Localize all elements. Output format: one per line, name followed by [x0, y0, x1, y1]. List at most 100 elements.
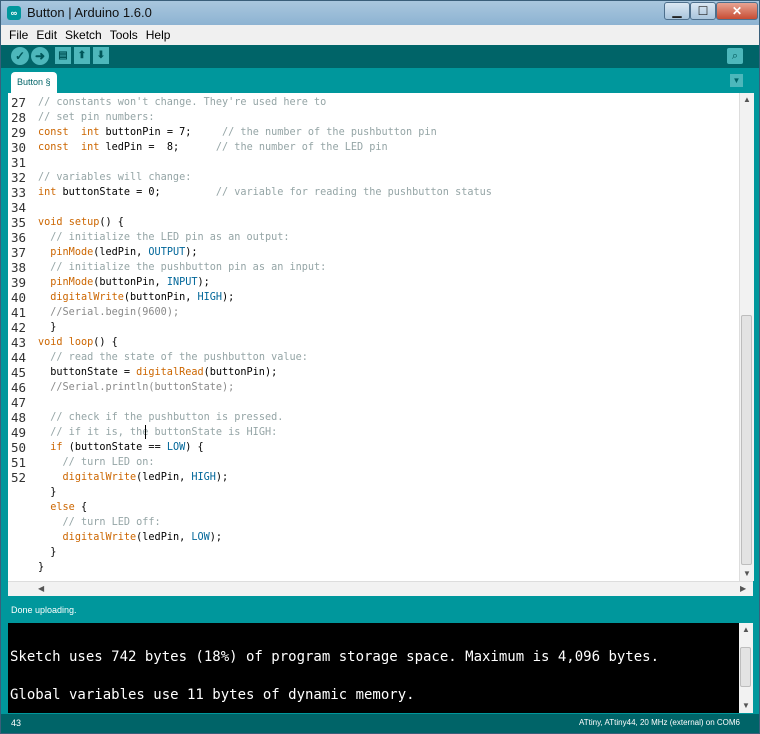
window-title: Button | Arduino 1.6.0 [27, 5, 152, 20]
arduino-logo-icon: ∞ [7, 6, 21, 20]
code-token: ); [197, 277, 210, 288]
line-number: 38 [11, 260, 27, 275]
menu-tools[interactable]: Tools [106, 25, 142, 45]
code-line: // initialize the LED pin as an output: [38, 230, 289, 245]
code-token: HIGH [197, 292, 223, 303]
bottom-info-bar: 43 ATtiny, ATtiny44, 20 MHz (external) o… [1, 714, 759, 733]
line-number: 42 [11, 320, 27, 335]
open-sketch-button[interactable]: ⬆ [74, 47, 90, 64]
code-token: else [50, 502, 75, 513]
scroll-left-icon[interactable]: ◀ [38, 584, 44, 593]
code-line: // read the state of the pushbutton valu… [38, 350, 308, 365]
code-token: (buttonPin); [203, 367, 278, 378]
toolbar: ✓ ➜ ▤ ⬆ ⬇ ⌕ [1, 45, 759, 68]
code-line: int buttonState = 0; // variable for rea… [38, 185, 492, 200]
line-number: 48 [11, 410, 27, 425]
code-token: (buttonPin, [123, 292, 198, 303]
code-token: (buttonPin, [93, 277, 167, 288]
code-line: } [38, 320, 56, 335]
code-token: (ledPin, [136, 532, 192, 543]
code-token: INPUT [166, 277, 198, 288]
code-editor[interactable]: 27 28 29 30 31 32 33 34 35 36 37 38 39 40 41 42 43 44 45 46… [8, 93, 739, 581]
code-line: } [38, 545, 56, 560]
title-bar[interactable]: ∞ Button | Arduino 1.6.0 ▁ ☐ ✕ [1, 1, 759, 25]
menu-edit[interactable]: Edit [32, 25, 61, 45]
code-token: const [38, 142, 69, 153]
scroll-down-icon[interactable]: ▼ [743, 569, 751, 578]
code-token: // set pin numbers: [38, 112, 155, 123]
code-token: setup [68, 217, 100, 228]
menu-file[interactable]: File [5, 25, 32, 45]
code-token: // variables will change: [38, 172, 192, 183]
code-line: } [38, 485, 56, 500]
code-token: void [38, 217, 63, 228]
editor-horizontal-scrollbar[interactable]: ◀ ▶ [8, 581, 753, 596]
code-text-area[interactable]: // constants won't change. They're used … [38, 93, 738, 581]
code-token: // check if the pushbutton is pressed. [50, 412, 284, 423]
code-token: ) { [185, 442, 204, 453]
line-number: 30 [11, 140, 27, 155]
code-line: buttonState = digitalRead(buttonPin); [38, 365, 277, 380]
scroll-up-icon[interactable]: ▲ [742, 625, 750, 634]
verify-button[interactable]: ✓ [11, 47, 29, 65]
scroll-right-icon[interactable]: ▶ [740, 584, 746, 593]
console-line: Sketch uses 742 bytes (18%) of program s… [10, 649, 660, 665]
maximize-button[interactable]: ☐ [690, 2, 716, 20]
code-token: HIGH [191, 472, 216, 483]
save-sketch-button[interactable]: ⬇ [93, 47, 109, 64]
serial-monitor-button[interactable]: ⌕ [727, 48, 743, 64]
console-scroll-thumb[interactable] [740, 647, 751, 687]
code-token: // variable for reading the pushbutton s… [215, 187, 492, 198]
editor-vertical-scrollbar[interactable]: ▲ ▼ [739, 93, 754, 581]
scroll-down-icon[interactable]: ▼ [742, 701, 750, 710]
code-token: () { [93, 337, 118, 348]
line-number: 32 [11, 170, 27, 185]
code-token: buttonState = 0; [56, 187, 216, 198]
code-token: int [38, 187, 57, 198]
code-token: } [38, 487, 57, 498]
minimize-button[interactable]: ▁ [664, 2, 690, 20]
code-token: } [38, 547, 57, 558]
new-sketch-button[interactable]: ▤ [55, 47, 71, 64]
code-token: // constants won't change. They're used … [38, 97, 327, 108]
code-line: //Serial.begin(9600); [38, 305, 179, 320]
code-line: // set pin numbers: [38, 110, 155, 125]
status-bar: Done uploading. [1, 601, 759, 621]
console-vertical-scrollbar[interactable]: ▲ ▼ [739, 623, 753, 713]
upload-button[interactable]: ➜ [31, 47, 49, 65]
code-token: digitalWrite [62, 472, 137, 483]
line-number: 28 [11, 110, 27, 125]
editor-scroll-thumb[interactable] [741, 315, 752, 565]
line-number: 47 [11, 395, 27, 410]
tab-button-sketch[interactable]: Button § [11, 72, 57, 93]
code-token: ); [215, 472, 229, 483]
line-number: 34 [11, 200, 27, 215]
menu-sketch[interactable]: Sketch [61, 25, 106, 45]
tab-strip: Button § ▼ [1, 68, 759, 93]
code-token: (ledPin, [136, 472, 192, 483]
code-line: digitalWrite(buttonPin, HIGH); [38, 290, 234, 305]
scroll-up-icon[interactable]: ▲ [743, 95, 751, 104]
tab-menu-chevron-down-icon[interactable]: ▼ [730, 74, 743, 87]
code-token: if [50, 442, 63, 453]
menu-help[interactable]: Help [142, 25, 175, 45]
code-line: const int buttonPin = 7; // the number o… [38, 125, 437, 140]
close-button[interactable]: ✕ [716, 2, 758, 20]
line-number: 35 [11, 215, 27, 230]
line-number: 39 [11, 275, 27, 290]
code-token: pinMode [50, 247, 94, 258]
code-line: else { [38, 500, 87, 515]
code-token: // read the state of the pushbutton valu… [50, 352, 308, 363]
console-output[interactable]: Sketch uses 742 bytes (18%) of program s… [8, 623, 739, 713]
line-number: 51 [11, 455, 27, 470]
code-line: digitalWrite(ledPin, LOW); [38, 530, 223, 545]
